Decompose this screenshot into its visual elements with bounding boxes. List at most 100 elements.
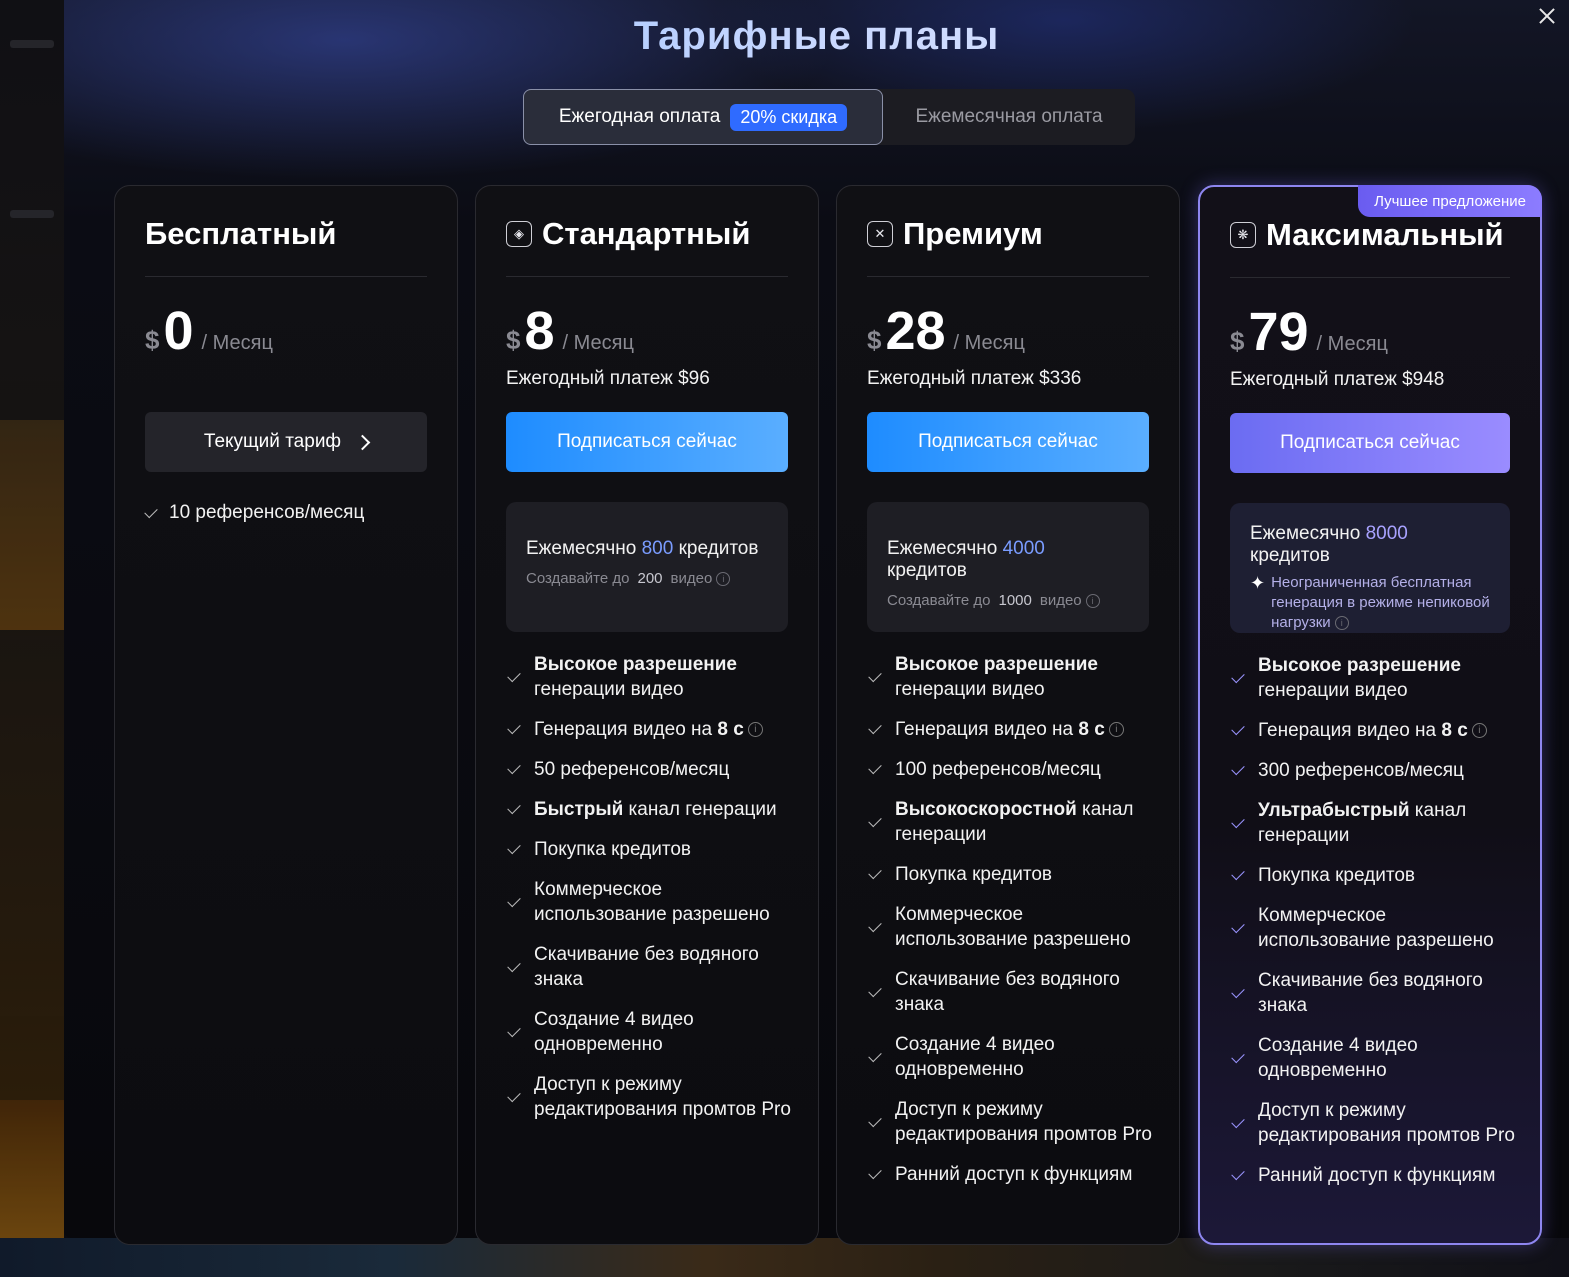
feature-label: Покупка кредитов [1258, 865, 1415, 886]
credits-amount: 8000 [1365, 523, 1408, 544]
close-icon[interactable] [1535, 4, 1559, 28]
currency-symbol: $ [1230, 326, 1245, 356]
feature-highlight: 8 с [717, 719, 744, 740]
feature-label: 50 референсов/месяц [534, 759, 730, 780]
feature-item: Доступ к режиму редактирования промтов P… [867, 1097, 1159, 1147]
check-icon [868, 983, 882, 997]
feature-item: Покупка кредитов [1230, 863, 1520, 888]
plan-name: Максимальный [1266, 217, 1504, 252]
feature-text: Коммерческое использование разрешено [534, 877, 798, 927]
feature-text: Коммерческое использование разрешено [895, 902, 1159, 952]
feature-text: Доступ к режиму редактирования промтов P… [895, 1097, 1159, 1147]
video-count: 1000 [998, 592, 1032, 609]
feature-label: Создание 4 видео одновременно [534, 1009, 694, 1055]
annual-billing-option[interactable]: Ежегодная оплата 20% скидка [523, 89, 883, 145]
feature-item: Высокое разрешение генерации видео [867, 652, 1159, 702]
check-icon [868, 668, 882, 682]
feature-list: Высокое разрешение генерации видео Генера… [867, 652, 1159, 1202]
feature-text: Коммерческое использование разрешено [1258, 903, 1520, 953]
video-estimate: Создавайте до 1000 видео i [887, 592, 1129, 609]
check-icon [1231, 814, 1245, 828]
feature-label: Скачивание без водяного знака [895, 969, 1120, 1015]
check-icon [1231, 984, 1245, 998]
feature-highlight: 8 с [1078, 719, 1105, 740]
feature-item: Покупка кредитов [867, 862, 1159, 887]
annual-billing-label: Ежегодная оплата [558, 106, 721, 127]
feature-item: Высокое разрешение генерации видео [506, 652, 798, 702]
check-icon [1231, 866, 1245, 881]
feature-label: Доступ к режиму редактирования промтов P… [1258, 1100, 1515, 1146]
feature-text: Покупка кредитов [1258, 863, 1415, 888]
divider [867, 276, 1149, 277]
feature-label: Скачивание без водяного знака [1258, 970, 1483, 1016]
price-period: / Месяц [562, 332, 634, 354]
plan-card-max: Лучшее предложение ❋ Максимальный $ 79 /… [1198, 185, 1542, 1245]
credits-box: Ежемесячно 800 кредитов Создавайте до 200… [506, 502, 788, 632]
credits-box: Ежемесячно 8000 кредитов ✦ Неограниченна… [1230, 503, 1510, 633]
check-icon [507, 840, 521, 855]
subscribe-button[interactable]: Подписаться сейчас [1230, 413, 1510, 473]
yearly-payment: Ежегодный платеж $948 [1230, 369, 1445, 390]
info-icon[interactable]: i [1334, 616, 1349, 631]
info-icon[interactable]: i [716, 572, 731, 587]
current-plan-button[interactable]: Текущий тариф [145, 412, 427, 472]
plan-name: Бесплатный [145, 216, 337, 251]
subscribe-button[interactable]: Подписаться сейчас [867, 412, 1149, 472]
info-icon[interactable]: i [1471, 723, 1487, 739]
feature-text: 50 референсов/месяц [534, 757, 729, 782]
video-estimate: Создавайте до 200 видео i [526, 570, 768, 587]
feature-label: Ранний доступ к функциям [1258, 1165, 1496, 1186]
feature-text: Генерация видео на 8 сi [895, 717, 1124, 742]
feature-label: генерации видео [534, 679, 684, 700]
feature-item: Ранний доступ к функциям [1230, 1163, 1520, 1188]
feature-label: Покупка кредитов [895, 864, 1052, 885]
monthly-billing-option[interactable]: Ежемесячная оплата [883, 89, 1135, 145]
info-icon[interactable]: i [1085, 594, 1100, 609]
feature-item: Высокое разрешение генерации видео [1230, 653, 1520, 703]
feature-highlight: Ультрабыстрый [1258, 800, 1410, 821]
check-icon [1231, 1114, 1245, 1128]
feature-label: генерации видео [1258, 680, 1408, 701]
plan-header: ◈ Стандартный [506, 216, 750, 252]
feature-item: Коммерческое использование разрешено [867, 902, 1159, 952]
plan-card-standard: ◈ Стандартный $ 8 / Месяц Ежегодный плат… [475, 185, 819, 1245]
premium-plan-icon: ✕ [867, 221, 893, 247]
discount-badge: 20% скидка [730, 103, 848, 131]
price-period: / Месяц [201, 332, 273, 354]
divider [1230, 277, 1510, 278]
feature-label: 300 референсов/месяц [1258, 760, 1464, 781]
price-amount: 79 [1248, 302, 1309, 362]
subscribe-button[interactable]: Подписаться сейчас [506, 412, 788, 472]
price-amount: 0 [163, 301, 194, 361]
check-icon [507, 958, 521, 972]
feature-label: 100 референсов/месяц [895, 759, 1101, 780]
feature-item: Создание 4 видео одновременно [1230, 1033, 1520, 1083]
check-icon [868, 813, 882, 827]
info-icon[interactable]: i [747, 722, 763, 738]
background-app-blurred [0, 0, 64, 1277]
plan-price: $ 0 / Месяц [145, 304, 273, 358]
feature-text: Быстрый канал генерации [534, 797, 777, 822]
check-icon [868, 1165, 882, 1180]
check-icon [507, 720, 521, 735]
feature-text: Скачивание без водяного знака [534, 942, 798, 992]
feature-text: Доступ к режиму редактирования промтов P… [1258, 1098, 1520, 1148]
feature-label: Создание 4 видео одновременно [895, 1034, 1055, 1080]
feature-item: Генерация видео на 8 сi [506, 717, 798, 742]
feature-item: Доступ к режиму редактирования промтов P… [1230, 1098, 1520, 1148]
pricing-modal: Тарифные планы Ежегодная оплата 20% скид… [64, 0, 1569, 1245]
feature-text: Высокое разрешение генерации видео [895, 652, 1159, 702]
max-plan-icon: ❋ [1230, 222, 1256, 248]
feature-item: Скачивание без водяного знака [506, 942, 798, 992]
price-period: / Месяц [1316, 333, 1388, 355]
check-icon [507, 800, 521, 815]
feature-text: 10 референсов/месяц [169, 502, 365, 523]
feature-label: генерации видео [895, 679, 1045, 700]
check-icon [507, 893, 521, 907]
feature-item: Скачивание без водяного знака [867, 967, 1159, 1017]
feature-list: Высокое разрешение генерации видео Генера… [1230, 653, 1520, 1203]
unlimited-text: Неограниченная бесплатная генерация в ре… [1271, 574, 1490, 631]
chevron-right-icon [354, 434, 371, 450]
info-icon[interactable]: i [1108, 722, 1124, 738]
background-text-blur [10, 40, 54, 48]
